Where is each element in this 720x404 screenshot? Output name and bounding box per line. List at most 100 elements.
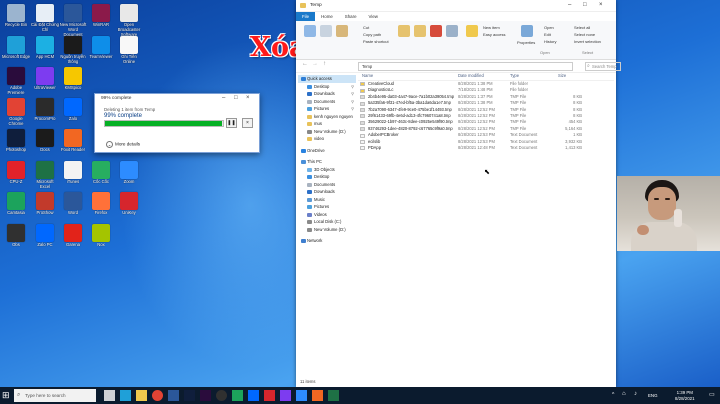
- desktop-icon[interactable]: Camtasia: [2, 192, 30, 216]
- address-box[interactable]: Temp: [358, 62, 573, 71]
- desktop-icon[interactable]: Word: [59, 192, 87, 216]
- zoom-icon[interactable]: [296, 390, 307, 401]
- up-arrow-icon[interactable]: ↑: [323, 61, 326, 67]
- select-all-button[interactable]: Select all: [574, 25, 590, 30]
- desktop-icon[interactable]: Nguồn truyền thông: [59, 36, 87, 65]
- desktop-icon[interactable]: Ghi Tiền Online: [115, 36, 143, 65]
- nav-item[interactable]: Pictures ⚲: [298, 105, 356, 113]
- desktop-icon[interactable]: Adobe Premiere: [2, 67, 30, 96]
- easy-access-button[interactable]: Easy access: [483, 32, 505, 37]
- rename-icon[interactable]: [446, 25, 458, 37]
- new-item-button[interactable]: New item: [483, 25, 500, 30]
- pin-icon[interactable]: ⚲: [351, 90, 354, 98]
- copy-icon[interactable]: [320, 25, 332, 37]
- foxit-icon[interactable]: [312, 390, 323, 401]
- desktop-icon[interactable]: Obs: [2, 224, 30, 248]
- desktop-icon[interactable]: Docs: [31, 129, 59, 153]
- search-input[interactable]: ⌕ Search Temp: [585, 62, 621, 71]
- tab-home[interactable]: Home: [315, 12, 339, 21]
- nav-item[interactable]: Music: [298, 196, 356, 204]
- nav-item[interactable]: Documents: [298, 181, 356, 189]
- file-explorer-icon[interactable]: [136, 390, 147, 401]
- history-button[interactable]: History: [544, 39, 556, 44]
- desktop-icon[interactable]: Zalo PC: [31, 224, 59, 248]
- desktop-icon[interactable]: ProShow: [31, 192, 59, 216]
- tab-file[interactable]: File: [296, 12, 316, 21]
- desktop-icon[interactable]: Zalo: [59, 98, 87, 122]
- new-folder-icon[interactable]: [466, 25, 478, 37]
- desktop-icon[interactable]: New Microsoft Word Document: [59, 4, 87, 37]
- nav-item[interactable]: Desktop ⚲: [298, 83, 356, 91]
- copy-path-button[interactable]: Copy path: [363, 32, 381, 37]
- nav-item[interactable]: Downloads: [298, 188, 356, 196]
- taskbar-clock[interactable]: 1:39 PM 8/28/2021: [675, 390, 695, 401]
- back-arrow-icon[interactable]: ←: [302, 61, 308, 67]
- nav-item[interactable]: New Volume (D:): [298, 226, 356, 234]
- maximize-icon[interactable]: □: [234, 94, 238, 103]
- nav-item[interactable]: video: [298, 135, 356, 143]
- desktop-icon[interactable]: Firefox: [87, 192, 115, 216]
- windows-start-icon[interactable]: ⊞: [2, 390, 13, 401]
- language-indicator[interactable]: ENG: [648, 393, 658, 398]
- dialog-titlebar[interactable]: 99% complete – □ ×: [95, 94, 259, 103]
- desktop-icon[interactable]: Garena: [59, 224, 87, 248]
- cancel-button[interactable]: ×: [242, 118, 253, 128]
- photoshop-icon[interactable]: [184, 390, 195, 401]
- network-icon[interactable]: ⌂: [622, 391, 626, 397]
- desktop-icon[interactable]: Cốc Cốc: [87, 161, 115, 185]
- nav-item[interactable]: New Volume (D:): [298, 128, 356, 136]
- properties-icon[interactable]: [521, 25, 533, 37]
- pin-icon[interactable]: ⚲: [351, 83, 354, 91]
- forward-arrow-icon[interactable]: →: [312, 61, 318, 67]
- invert-selection-button[interactable]: Invert selection: [574, 39, 601, 44]
- camtasia-icon[interactable]: [232, 390, 243, 401]
- desktop-icon[interactable]: Google Chrome: [2, 98, 30, 127]
- desktop-icon[interactable]: KMSpico: [59, 67, 87, 91]
- pause-button[interactable]: ❚❚: [226, 118, 237, 128]
- nav-item[interactable]: This PC: [298, 158, 356, 166]
- ultraviewer-icon[interactable]: [280, 390, 291, 401]
- cut-button[interactable]: Cut: [363, 25, 369, 30]
- desktop-icon[interactable]: Open Broadcaster Software: [115, 4, 143, 37]
- paste-shortcut-button[interactable]: Paste shortcut: [363, 39, 389, 44]
- desktop-icon[interactable]: Zoom: [115, 161, 143, 185]
- unikey-icon[interactable]: [264, 390, 275, 401]
- nav-item[interactable]: Desktop: [298, 173, 356, 181]
- nav-item[interactable]: mus: [298, 120, 356, 128]
- column-type[interactable]: Type: [510, 71, 519, 80]
- pin-icon[interactable]: ⚲: [351, 105, 354, 113]
- chrome-icon[interactable]: [152, 390, 163, 401]
- explorer-titlebar[interactable]: Temp – □ ×: [296, 0, 616, 12]
- open-button[interactable]: Open: [544, 25, 554, 30]
- desktop-icon[interactable]: ProcomPro: [31, 98, 59, 122]
- desktop-icon[interactable]: Foxit Reader: [59, 129, 87, 153]
- desktop-icon[interactable]: CPU-Z: [2, 161, 30, 185]
- volume-icon[interactable]: ♪: [634, 391, 637, 397]
- excel-icon[interactable]: [328, 390, 339, 401]
- desktop-icon[interactable]: TeamViewer: [87, 36, 115, 60]
- close-icon[interactable]: ×: [599, 0, 603, 11]
- obs-icon[interactable]: [216, 390, 227, 401]
- nav-item[interactable]: Local Disk (C:): [298, 218, 356, 226]
- tab-share[interactable]: Share: [339, 12, 363, 21]
- pin-icon[interactable]: ⚲: [351, 98, 354, 106]
- premiere-icon[interactable]: [200, 390, 211, 401]
- desktop-icon[interactable]: Microsoft Edge: [2, 36, 30, 60]
- nav-item[interactable]: OneDrive: [298, 147, 356, 155]
- move-to-icon[interactable]: [398, 25, 410, 37]
- nav-item[interactable]: Downloads ⚲: [298, 90, 356, 98]
- nav-item[interactable]: 3D Objects: [298, 166, 356, 174]
- desktop-icon[interactable]: Nox: [87, 224, 115, 248]
- column-name[interactable]: Name: [362, 71, 373, 80]
- column-size[interactable]: Size: [558, 71, 566, 80]
- zalo-icon[interactable]: [248, 390, 259, 401]
- taskbar-search[interactable]: ⌕ Type here to search: [14, 389, 96, 402]
- more-details-toggle[interactable]: ⌄ More details: [106, 141, 140, 148]
- nav-item[interactable]: Quick access: [298, 75, 356, 83]
- desktop-icon[interactable]: UniKey: [115, 192, 143, 216]
- word-icon[interactable]: [168, 390, 179, 401]
- tab-view[interactable]: View: [363, 12, 384, 21]
- minimize-icon[interactable]: –: [568, 0, 571, 11]
- delete-icon[interactable]: [430, 25, 442, 37]
- maximize-icon[interactable]: □: [583, 0, 587, 11]
